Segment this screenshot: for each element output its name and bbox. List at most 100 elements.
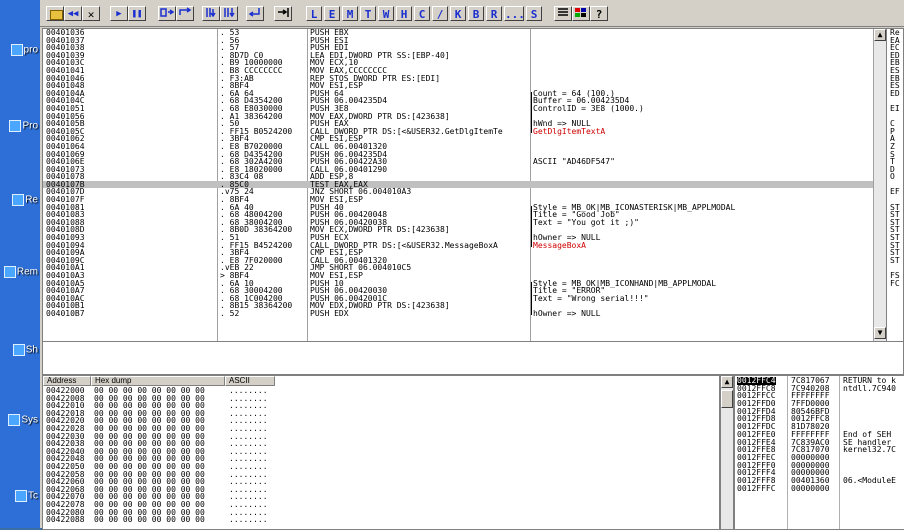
cpu-row-com: ControlID = 3E8 (1000.) xyxy=(533,103,644,113)
desktop-icon[interactable]: Sys xyxy=(2,414,38,426)
desktop-icon-label: Pro xyxy=(22,120,38,132)
shortcut-icon xyxy=(12,344,25,356)
cpu-window-button[interactable]: C xyxy=(414,6,430,21)
source-window-button[interactable]: S xyxy=(526,6,542,21)
dump-address: 00422088 xyxy=(46,515,85,525)
desktop-icon[interactable]: Re xyxy=(2,194,38,206)
go-to-address-icon[interactable] xyxy=(274,6,292,21)
cpu-row-com xyxy=(530,37,873,45)
breakpoints-window-button[interactable]: B xyxy=(468,6,484,21)
trace-over-icon[interactable] xyxy=(220,6,238,21)
shortcut-icon xyxy=(9,120,22,132)
scroll-up-icon[interactable]: ▲ xyxy=(874,29,886,41)
dump-header-address[interactable]: Address xyxy=(43,376,91,386)
toolbar: ◀◀ ✕ ▶ ❚❚ L E M T W H C / K B R ... S ? xyxy=(40,0,904,27)
register-label: O xyxy=(890,172,895,182)
cpu-row-com xyxy=(530,257,873,265)
desktop-icon-label: Sh xyxy=(25,344,38,356)
system-icon xyxy=(8,414,21,426)
cpu-row-com xyxy=(530,135,873,143)
appearance-icon[interactable] xyxy=(572,6,590,21)
register-label: FC xyxy=(890,278,900,288)
cpu-row-com: hOwner => NULL xyxy=(533,308,601,318)
stack-comment: kernel32.7C xyxy=(843,445,896,455)
stack-scrollbar[interactable]: ▲ xyxy=(720,375,734,530)
step-into-icon[interactable] xyxy=(158,6,176,21)
open-file-button[interactable] xyxy=(46,6,64,21)
close-button[interactable]: ✕ xyxy=(82,6,100,21)
column-divider xyxy=(839,376,840,529)
scroll-up-icon[interactable]: ▲ xyxy=(721,376,733,388)
hex-dump-pane: Address Hex dump ASCII 00422000 00 00 00 … xyxy=(42,375,720,530)
dump-rows: 00422000 00 00 00 00 00 00 00 00........ 0… xyxy=(43,387,719,524)
modules-window-button[interactable]: E xyxy=(324,6,340,21)
cpu-row-com: GetDlgItemTextA xyxy=(533,126,606,136)
references-window-button[interactable]: R xyxy=(486,6,502,21)
cpu-row-com xyxy=(530,264,873,272)
cpu-row-com xyxy=(530,52,873,60)
help-button[interactable]: ? xyxy=(590,6,608,21)
register-label: EI xyxy=(890,103,900,113)
desktop-icon[interactable]: Rem xyxy=(2,266,38,278)
dump-row[interactable]: 00422088 00 00 00 00 00 00 00 00........ xyxy=(43,516,719,524)
info-pane xyxy=(42,341,904,375)
dump-header-ascii[interactable]: ASCII xyxy=(225,376,275,386)
cpu-row-com xyxy=(530,166,873,174)
log-window-button[interactable]: L xyxy=(306,6,322,21)
run-button[interactable]: ▶ xyxy=(110,6,128,21)
network-icon xyxy=(15,490,27,502)
cpu-scrollbar[interactable]: ▲ ▼ xyxy=(873,29,887,341)
desktop-icon[interactable]: pro xyxy=(2,44,38,56)
remote-icon xyxy=(3,266,16,278)
hex-column: . 53. 56. 57. 8D7D C0. B9 10000000. B8 C… xyxy=(217,29,308,341)
address-column: 00401036 00401037 00401038 00401039 0040103C… xyxy=(43,29,218,341)
recycle-bin-icon xyxy=(12,194,25,206)
desktop-icon-label: Sys xyxy=(21,414,38,426)
desktop-icon[interactable]: Sh xyxy=(2,344,38,356)
trace-into-icon[interactable] xyxy=(202,6,220,21)
desktop-icon-label: Rem xyxy=(16,266,38,278)
cpu-row-com: ASCII "AD46DF547" xyxy=(533,157,615,167)
cpu-row-com xyxy=(530,249,873,257)
execute-till-return-icon[interactable] xyxy=(246,6,264,21)
dump-ascii: ........ xyxy=(229,515,268,525)
cpu-row-hex[interactable]: . 52 xyxy=(217,310,307,318)
comment-column: Count = 64 (100.) Buffer = 06.004235D4 Con… xyxy=(530,29,873,341)
run-trace-window-button[interactable]: ... xyxy=(504,6,525,21)
desktop-strip: pro Pro Re Rem Sh Sys Tc xyxy=(0,0,40,528)
cpu-row-com xyxy=(530,59,873,67)
windows-window-button[interactable]: W xyxy=(378,6,394,21)
debugger-window: ◀◀ ✕ ▶ ❚❚ L E M T W H C / K B R ... S ? … xyxy=(40,0,904,530)
stack-value: 00000000 xyxy=(791,483,830,493)
scroll-thumb[interactable] xyxy=(721,390,733,408)
cpu-row-com: MessageBoxA xyxy=(533,240,586,250)
cpu-row-addr[interactable]: 004010B7 xyxy=(43,310,217,318)
desktop-icon[interactable]: Tc xyxy=(2,490,38,502)
step-over-icon[interactable] xyxy=(176,6,194,21)
memory-window-button[interactable]: M xyxy=(342,6,358,21)
rewind-button[interactable]: ◀◀ xyxy=(64,6,82,21)
handles-window-button[interactable]: H xyxy=(396,6,412,21)
cpu-row-com xyxy=(530,188,873,196)
cpu-row-dis[interactable]: PUSH EDX xyxy=(307,310,530,318)
desktop-icon[interactable]: Pro xyxy=(2,120,38,132)
shortcut-icon xyxy=(10,44,23,56)
desktop-icon-label: Re xyxy=(25,194,38,206)
stack-address: 0012FFFC xyxy=(737,483,776,493)
threads-window-button[interactable]: T xyxy=(360,6,376,21)
scroll-down-icon[interactable]: ▼ xyxy=(874,327,886,339)
desktop-icon-label: Tc xyxy=(28,490,38,502)
stack-pane: 0012FFC4 7C817067 RETURN to k 0012FFC8 7C940… xyxy=(734,375,904,530)
stack-comment: ntdll.7C940 xyxy=(843,383,896,393)
param-bracket xyxy=(531,91,532,133)
cpu-row-com: Text = "You got it ;)" xyxy=(533,217,639,227)
call-stack-window-button[interactable]: K xyxy=(450,6,466,21)
list-view-icon[interactable] xyxy=(554,6,572,21)
desktop-icon-label: pro xyxy=(23,44,38,56)
patches-window-button[interactable]: / xyxy=(432,6,448,21)
pause-button[interactable]: ❚❚ xyxy=(128,6,146,21)
dump-header-hex[interactable]: Hex dump xyxy=(91,376,225,386)
param-bracket xyxy=(531,281,532,316)
cpu-row-com xyxy=(530,180,873,189)
register-label: ED xyxy=(890,88,900,98)
